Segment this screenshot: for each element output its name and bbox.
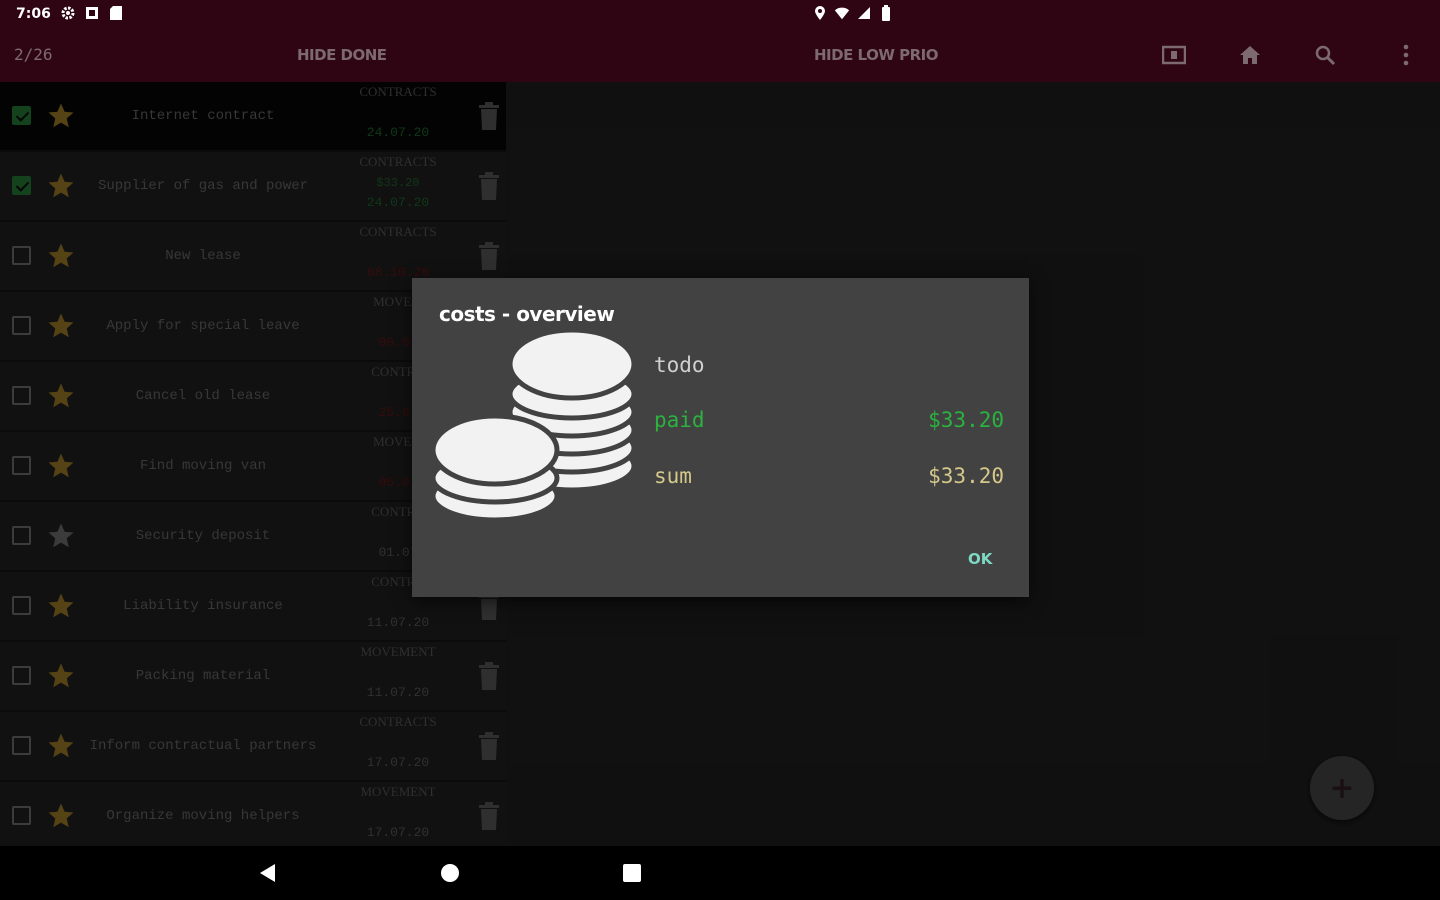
- cost-row-todo: todo: [654, 353, 1004, 377]
- ok-button[interactable]: OK: [968, 550, 992, 568]
- recents-icon[interactable]: [620, 861, 644, 885]
- dialog-title: costs - overview: [439, 302, 615, 326]
- layout-toggle-icon[interactable]: [1160, 41, 1188, 69]
- cost-label: sum: [654, 464, 692, 488]
- cost-label: paid: [654, 408, 705, 432]
- search-icon[interactable]: [1311, 41, 1339, 69]
- cost-row-paid: paid $33.20: [654, 408, 1004, 432]
- cost-value: $33.20: [928, 408, 1004, 432]
- home-circle-icon[interactable]: [438, 861, 462, 885]
- notification-icon: [84, 5, 100, 21]
- task-count: 2/26: [14, 45, 53, 64]
- home-icon[interactable]: [1236, 41, 1264, 69]
- system-nav-bar: [0, 846, 1440, 900]
- back-icon[interactable]: [255, 861, 279, 885]
- cost-value: $33.20: [928, 464, 1004, 488]
- wifi-icon: [834, 5, 850, 21]
- sd-card-icon: [108, 5, 124, 21]
- battery-icon: [878, 5, 894, 21]
- overflow-menu-icon[interactable]: [1392, 41, 1420, 69]
- costs-overview-dialog: costs - overview todo paid $33.20 sum $3…: [412, 278, 1029, 597]
- settings-icon: [60, 5, 76, 21]
- status-time: 7:06: [16, 6, 51, 22]
- status-bar: 7:06: [0, 0, 1440, 28]
- signal-icon: [856, 5, 872, 21]
- hide-done-button[interactable]: HIDE DONE: [297, 46, 387, 64]
- cost-row-sum: sum $33.20: [654, 464, 1004, 488]
- app-toolbar: 2/26 HIDE DONE HIDE LOW PRIO: [0, 28, 1440, 82]
- coins-icon: [432, 327, 637, 523]
- location-icon: [812, 5, 828, 21]
- cost-label: todo: [654, 353, 705, 377]
- hide-low-prio-button[interactable]: HIDE LOW PRIO: [814, 46, 938, 64]
